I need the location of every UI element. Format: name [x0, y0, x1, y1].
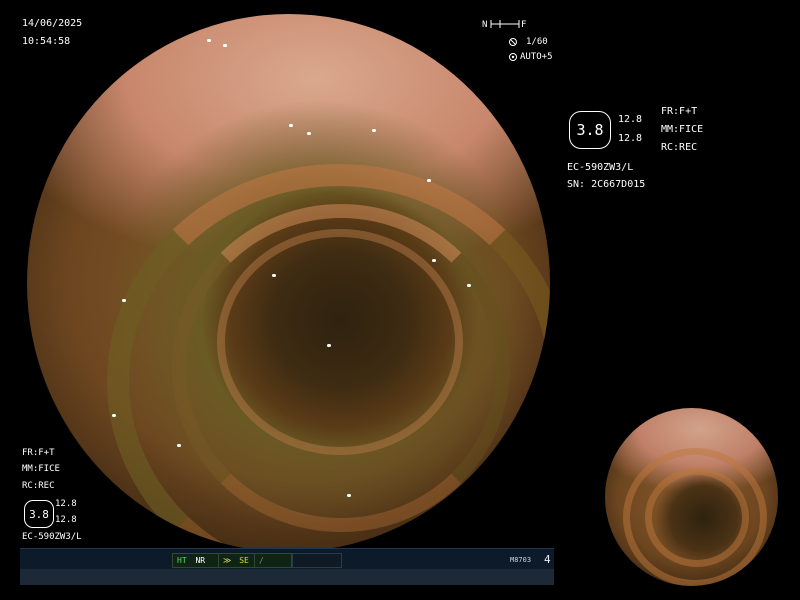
iris-icon [509, 53, 517, 61]
specular-highlight [207, 39, 211, 42]
mode-setting: MM:FICE [661, 124, 704, 135]
specular-highlight [122, 299, 126, 302]
scope-serial: SN: 2C667D015 [567, 179, 646, 190]
specular-highlight [272, 274, 276, 277]
time-display: 10:54:58 [22, 36, 71, 47]
specular-highlight [467, 284, 471, 287]
specular-highlight [347, 494, 351, 497]
specular-highlight [112, 414, 116, 417]
specular-highlight [427, 179, 431, 182]
empty-indicator [292, 553, 342, 568]
specular-highlight [289, 124, 293, 127]
shutter-speed: 1/60 [526, 37, 548, 47]
specular-highlight [432, 259, 436, 262]
scope-model: EC-590ZW3/L [567, 162, 634, 173]
freeze-indicator: ∕ [254, 553, 292, 568]
specular-highlight [307, 132, 311, 135]
page-number: 4 [544, 553, 551, 566]
ht-nr-indicator: HT NR [172, 553, 220, 568]
record-setting: RC:REC [661, 142, 698, 153]
gauge-top-value: 12.8 [55, 499, 77, 509]
structure-enhance-gauge: 3.8 [569, 111, 611, 149]
scope-model: EC-590ZW3/L [22, 532, 82, 542]
specular-highlight [223, 44, 227, 47]
focus-far-label: F [521, 20, 527, 30]
iris-mode: AUTO+5 [520, 52, 553, 62]
system-code: M8703 [510, 556, 532, 564]
focus-near-label: N [482, 20, 488, 30]
pen-icon: ∕ [259, 556, 264, 565]
specular-highlight [177, 444, 181, 447]
gauge-bottom-value: 12.8 [618, 133, 643, 144]
mucosal-fold [217, 229, 463, 455]
frame-rate-setting: FR:F+T [22, 448, 55, 458]
nr-label: NR [195, 556, 206, 565]
shutter-icon [509, 38, 517, 46]
status-strip [20, 569, 554, 585]
date-display: 14/06/2025 [22, 18, 83, 29]
gauge-bottom-value: 12.8 [55, 515, 77, 525]
ht-label: HT [177, 556, 187, 565]
gauge-top-value: 12.8 [618, 114, 643, 125]
record-setting: RC:REC [22, 481, 55, 491]
endoscopy-thumbnail-view [605, 408, 778, 586]
structure-enhance-gauge: 3.8 [24, 500, 54, 528]
endoscopy-main-view [27, 14, 550, 552]
focus-slider-icon [490, 20, 520, 28]
specular-highlight [327, 344, 331, 347]
frame-rate-setting: FR:F+T [661, 106, 698, 117]
status-bar: HT NR ≫ SE ∕ M8703 4 [20, 548, 554, 585]
mode-setting: MM:FICE [22, 464, 60, 474]
se-label: SE [239, 556, 249, 565]
specular-highlight [372, 129, 376, 132]
structure-icon: ≫ [223, 556, 232, 565]
mucosal-fold [645, 468, 749, 567]
